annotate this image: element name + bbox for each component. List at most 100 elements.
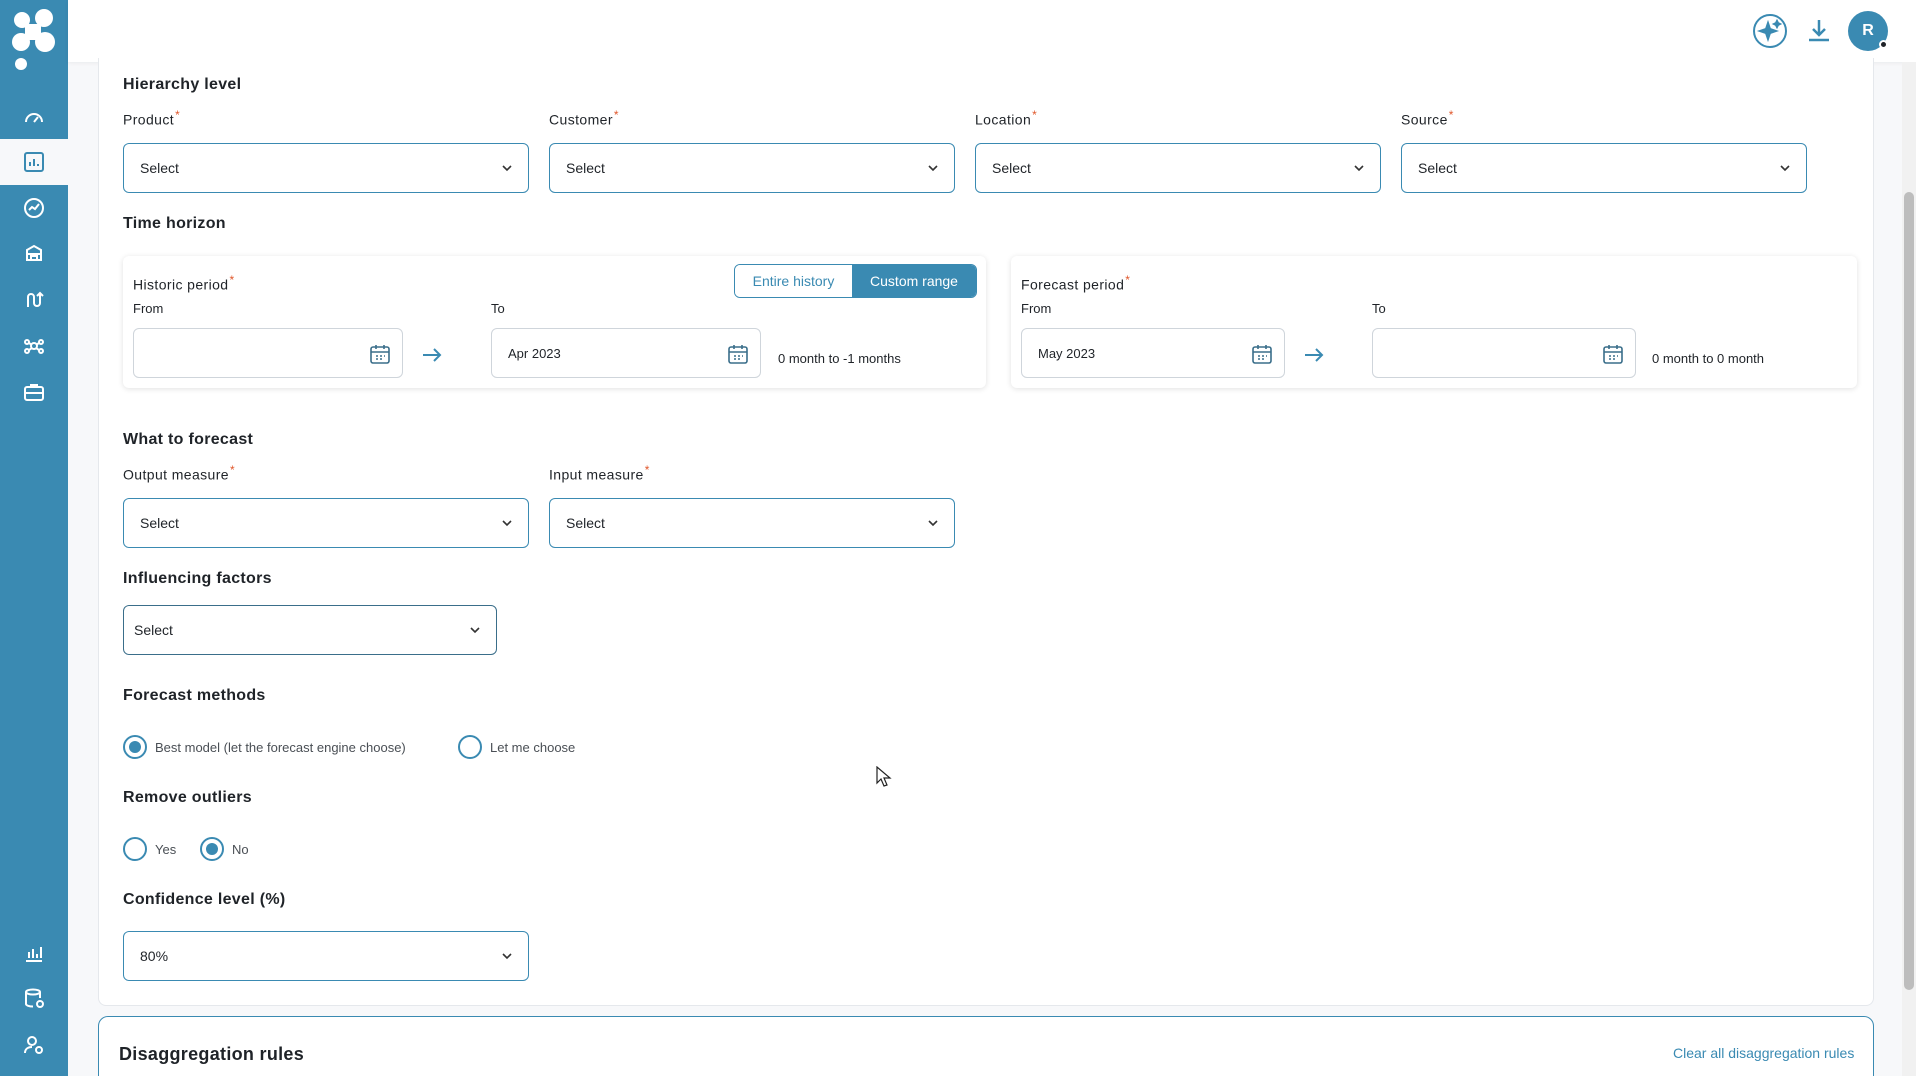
section-confidence-level-title: Confidence level (%) (123, 891, 286, 908)
scrollbar-thumb[interactable] (1904, 192, 1914, 990)
nav-dashboard[interactable] (0, 94, 68, 140)
reports-icon (26, 947, 42, 962)
nav-briefcase[interactable] (0, 369, 68, 415)
historic-from-label: From (133, 301, 164, 316)
source-label: Source* (1401, 108, 1454, 128)
nav-inventory[interactable] (0, 231, 68, 277)
outliers-no-label: No (232, 841, 249, 857)
inventory-icon (26, 244, 42, 261)
forecast-range-summary: 0 month to 0 month (1652, 351, 1765, 366)
arrow-right-icon (423, 348, 442, 362)
chevron-down-icon (928, 520, 938, 527)
analytics-icon (24, 152, 44, 172)
historic-to-label: To (491, 301, 505, 316)
radio-unselected (123, 837, 147, 861)
outliers-yes-radio[interactable]: Yes (123, 837, 176, 861)
section-hierarchy-title: Hierarchy level (123, 76, 242, 93)
section-what-to-forecast-title: What to forecast (123, 431, 254, 448)
outliers-no-radio[interactable]: No (200, 837, 249, 861)
source-select[interactable]: Select (1401, 143, 1807, 193)
confidence-level-value: 80% (140, 948, 169, 964)
calendar-icon[interactable] (368, 342, 392, 366)
mouse-cursor-icon (876, 766, 892, 787)
forecast-to-input[interactable] (1372, 328, 1636, 378)
arrow-right-icon (1305, 348, 1324, 362)
nav-network[interactable] (0, 323, 68, 369)
product-select[interactable]: Select (123, 143, 529, 193)
top-bar (68, 0, 1916, 62)
output-measure-value: Select (140, 515, 179, 531)
location-select[interactable]: Select (975, 143, 1381, 193)
product-label: Product* (123, 108, 181, 128)
forecast-from-label: From (1021, 301, 1052, 316)
chevron-down-icon (502, 165, 512, 172)
section-forecast-methods-title: Forecast methods (123, 687, 266, 704)
database-settings-icon (25, 988, 44, 1008)
chevron-down-icon (470, 627, 480, 634)
forecast-period-label: Forecast period* (1021, 273, 1131, 293)
output-measure-select[interactable]: Select (123, 498, 529, 548)
clear-disaggregation-link[interactable]: Clear all disaggregation rules (1673, 1045, 1854, 1061)
chevron-down-icon (502, 953, 512, 960)
nav-analytics[interactable] (0, 139, 68, 185)
input-measure-value: Select (566, 515, 605, 531)
download-icon (1809, 20, 1829, 42)
status-dot (1879, 40, 1888, 49)
chevron-down-icon (1354, 165, 1364, 172)
entire-history-option[interactable]: Entire history (735, 265, 852, 297)
nav-trend[interactable] (0, 185, 68, 231)
customer-label: Customer* (549, 108, 619, 128)
method-let-me-choose-radio[interactable]: Let me choose (458, 735, 575, 759)
radio-dot (129, 741, 141, 753)
disaggregation-card (98, 1016, 1874, 1076)
historic-to-input[interactable]: Apr 2023 (491, 328, 761, 378)
dashboard-icon (25, 113, 43, 123)
nav-database-settings[interactable] (0, 976, 68, 1022)
chevron-down-icon (502, 520, 512, 527)
influencing-factors-select[interactable]: Select (123, 605, 497, 655)
ai-sparkle-icon (1753, 14, 1787, 48)
avatar-initial: R (1862, 22, 1874, 39)
custom-range-option[interactable]: Custom range (852, 265, 976, 297)
user-avatar[interactable]: R (1848, 11, 1888, 51)
ai-assistant-button[interactable] (1751, 12, 1789, 50)
forecast-from-input[interactable]: May 2023 (1021, 328, 1285, 378)
network-icon (24, 339, 44, 354)
method-best-model-radio[interactable]: Best model (let the forecast engine choo… (123, 735, 406, 759)
location-select-value: Select (992, 160, 1031, 176)
route-icon (27, 291, 44, 307)
chevron-down-icon (1780, 165, 1790, 172)
outliers-yes-label: Yes (155, 841, 177, 857)
historic-from-input[interactable] (133, 328, 403, 378)
radio-selected (123, 735, 147, 759)
forecast-to-label: To (1372, 301, 1386, 316)
location-label: Location* (975, 108, 1038, 128)
customer-select-value: Select (566, 160, 605, 176)
customer-select[interactable]: Select (549, 143, 955, 193)
calendar-icon[interactable] (726, 342, 750, 366)
download-button[interactable] (1800, 12, 1838, 50)
nav-user-settings[interactable] (0, 1022, 68, 1068)
trend-icon (24, 198, 44, 218)
historic-range-summary: 0 month to -1 months (778, 351, 901, 366)
historic-to-value: Apr 2023 (508, 345, 561, 361)
forecast-from-value: May 2023 (1038, 345, 1096, 361)
calendar-icon[interactable] (1601, 342, 1625, 366)
app-logo[interactable] (9, 6, 59, 72)
confidence-level-select[interactable]: 80% (123, 931, 529, 981)
calendar-icon[interactable] (1250, 342, 1274, 366)
output-measure-label: Output measure* (123, 463, 236, 483)
section-influencing-factors-title: Influencing factors (123, 570, 272, 587)
method-let-me-choose-label: Let me choose (490, 739, 576, 755)
influencing-factors-value: Select (134, 622, 173, 638)
chevron-down-icon (928, 165, 938, 172)
radio-dot (206, 843, 218, 855)
nav-route[interactable] (0, 277, 68, 323)
sidebar (0, 0, 68, 1076)
input-measure-label: Input measure* (549, 463, 650, 483)
method-best-model-label: Best model (let the forecast engine choo… (155, 739, 406, 755)
historic-range-toggle: Entire history Custom range (734, 264, 977, 298)
nav-reports[interactable] (0, 930, 68, 976)
section-remove-outliers-title: Remove outliers (123, 789, 252, 806)
input-measure-select[interactable]: Select (549, 498, 955, 548)
